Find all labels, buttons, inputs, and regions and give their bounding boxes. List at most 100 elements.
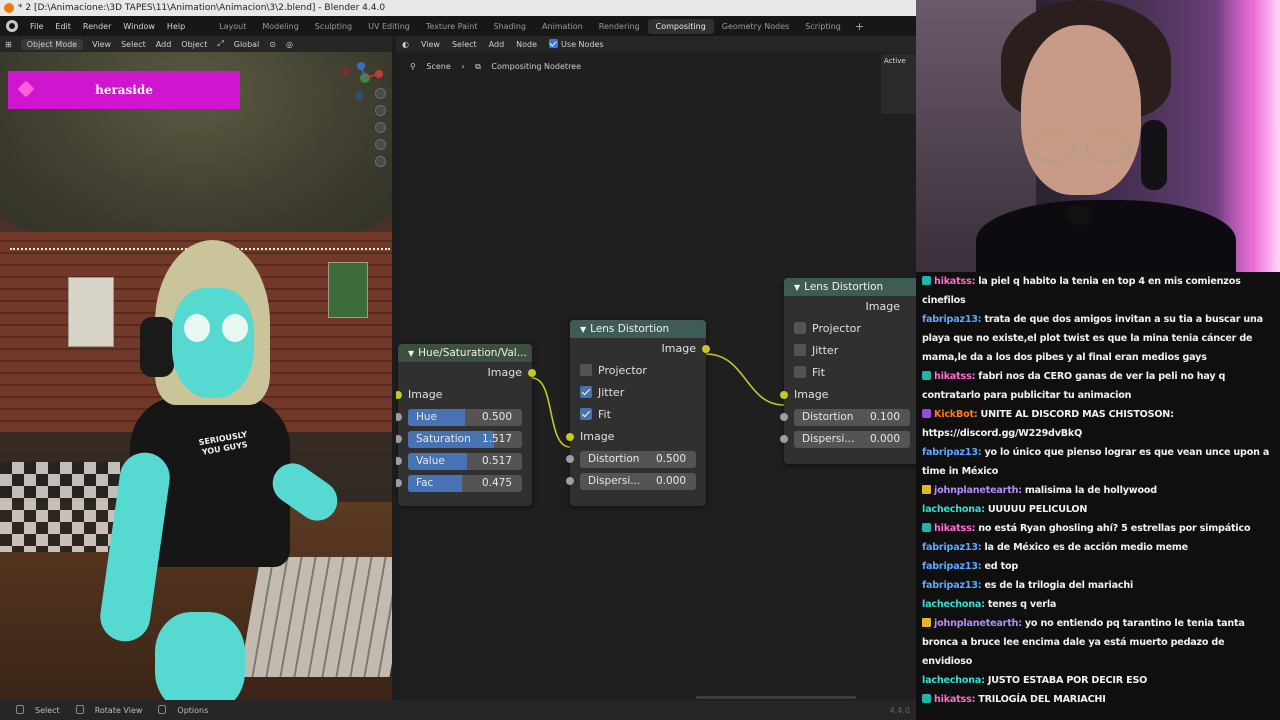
- fit-row[interactable]: Fit: [570, 404, 706, 426]
- saturation-field[interactable]: Saturation 1.517: [408, 431, 522, 448]
- pan-hand-icon[interactable]: [374, 105, 386, 116]
- chat-username[interactable]: fabripaz13:: [922, 561, 982, 572]
- tab-geometry-nodes[interactable]: Geometry Nodes: [714, 19, 797, 34]
- chat-username[interactable]: johnplanetearth:: [934, 618, 1022, 629]
- dispersion-field[interactable]: Dispersi... 0.000: [794, 431, 910, 448]
- chat-username[interactable]: hikatss:: [934, 523, 975, 534]
- lock-icon[interactable]: [374, 156, 386, 167]
- jitter-checkbox[interactable]: [794, 344, 806, 356]
- distortion-field[interactable]: Distortion 0.500: [580, 451, 696, 468]
- blender-menu-icon[interactable]: [6, 20, 18, 32]
- tab-modeling[interactable]: Modeling: [254, 19, 306, 34]
- chat-username[interactable]: fabripaz13:: [922, 447, 982, 458]
- compositor-editor[interactable]: ◐ View Select Add Node Use Nodes ⚲ Scene…: [396, 36, 916, 700]
- lens-distortion-node-2[interactable]: ▼ Lens Distortion Image Projector Jitter …: [780, 278, 916, 464]
- image-output-socket[interactable]: [702, 345, 710, 353]
- chat-username[interactable]: lachechona:: [922, 504, 985, 515]
- jitter-row[interactable]: Jitter: [570, 382, 706, 404]
- image-input-socket[interactable]: [396, 391, 402, 399]
- image-input-socket[interactable]: [566, 433, 574, 441]
- hue-saturation-value-node[interactable]: ▼ Hue/Saturation/Val... Image Image Hue 0.…: [396, 344, 536, 506]
- streamer-face: [1021, 25, 1141, 195]
- tab-sculpting[interactable]: Sculpting: [307, 19, 360, 34]
- collapse-chevron-icon[interactable]: ▼: [408, 345, 414, 362]
- editor-type-icon[interactable]: ⊞: [0, 40, 17, 49]
- viewport-menu-view[interactable]: View: [87, 40, 116, 49]
- chat-username[interactable]: fabripaz13:: [922, 542, 982, 553]
- transform-orientation-icon[interactable]: ⤢: [212, 39, 228, 49]
- projector-row[interactable]: Projector: [570, 360, 706, 382]
- viewport-menu-add[interactable]: Add: [151, 40, 177, 49]
- menu-edit[interactable]: Edit: [49, 22, 77, 31]
- fit-checkbox[interactable]: [580, 408, 592, 420]
- chat-username[interactable]: fabripaz13:: [922, 314, 982, 325]
- zoom-icon[interactable]: [374, 88, 386, 99]
- fac-field-row: Fac 0.475: [396, 472, 532, 494]
- tab-texture-paint[interactable]: Texture Paint: [418, 19, 486, 34]
- projector-checkbox[interactable]: [794, 322, 806, 334]
- value-input-socket[interactable]: [396, 435, 402, 443]
- jitter-row[interactable]: Jitter: [784, 340, 916, 362]
- tab-rendering[interactable]: Rendering: [591, 19, 648, 34]
- status-select-label: Select: [35, 706, 60, 715]
- fit-checkbox[interactable]: [794, 366, 806, 378]
- chat-username[interactable]: hikatss:: [934, 276, 975, 287]
- chat-username[interactable]: lachechona:: [922, 675, 985, 686]
- menu-render[interactable]: Render: [77, 22, 117, 31]
- viewport-menu-object[interactable]: Object: [176, 40, 212, 49]
- horizontal-scrollbar[interactable]: [696, 696, 856, 699]
- value-input-socket[interactable]: [396, 479, 402, 487]
- projector-row[interactable]: Projector: [784, 318, 916, 340]
- value-field[interactable]: Value 0.517: [408, 453, 522, 470]
- value-input-socket[interactable]: [780, 435, 788, 443]
- 3d-viewport[interactable]: ⊞ Object Mode View Select Add Object ⤢ G…: [0, 36, 392, 700]
- menu-help[interactable]: Help: [161, 22, 191, 31]
- hue-field[interactable]: Hue 0.500: [408, 409, 522, 426]
- projector-checkbox[interactable]: [580, 364, 592, 376]
- value-input-socket[interactable]: [566, 477, 574, 485]
- tab-scripting[interactable]: Scripting: [797, 19, 849, 34]
- add-workspace-button[interactable]: +: [849, 20, 870, 33]
- dispersion-field[interactable]: Dispersi... 0.000: [580, 473, 696, 490]
- lens-distortion-node[interactable]: ▼ Lens Distortion Image Projector Jitter …: [566, 320, 710, 506]
- value-input-socket[interactable]: [780, 413, 788, 421]
- tab-animation[interactable]: Animation: [534, 19, 591, 34]
- node-header[interactable]: ▼ Lens Distortion: [784, 278, 916, 296]
- image-output-socket[interactable]: [528, 369, 536, 377]
- snapping-icon[interactable]: ⊙: [264, 40, 281, 49]
- collapse-chevron-icon[interactable]: ▼: [794, 279, 800, 296]
- fit-row[interactable]: Fit: [784, 362, 916, 384]
- camera-icon[interactable]: [374, 122, 386, 133]
- chat-username[interactable]: KickBot:: [934, 409, 978, 420]
- node-header[interactable]: ▼ Hue/Saturation/Val...: [398, 344, 532, 362]
- jitter-checkbox[interactable]: [580, 386, 592, 398]
- menu-window[interactable]: Window: [117, 22, 161, 31]
- node-title: Hue/Saturation/Val...: [418, 347, 527, 359]
- tab-uv-editing[interactable]: UV Editing: [360, 19, 418, 34]
- chat-username[interactable]: lachechona:: [922, 599, 985, 610]
- chat-username[interactable]: johnplanetearth:: [934, 485, 1022, 496]
- node-header[interactable]: ▼ Lens Distortion: [570, 320, 706, 338]
- tab-layout[interactable]: Layout: [211, 19, 254, 34]
- chat-username[interactable]: hikatss:: [934, 694, 975, 705]
- workspace-tabs: Layout Modeling Sculpting UV Editing Tex…: [211, 18, 849, 34]
- menu-file[interactable]: File: [24, 22, 49, 31]
- value-input-socket[interactable]: [566, 455, 574, 463]
- collapse-chevron-icon[interactable]: ▼: [580, 321, 586, 338]
- perspective-grid-icon[interactable]: [374, 139, 386, 150]
- viewport-menu-select[interactable]: Select: [116, 40, 151, 49]
- link-hsv-to-lens: [531, 377, 571, 448]
- value-input-socket[interactable]: [396, 413, 402, 421]
- chat-username[interactable]: hikatss:: [934, 371, 975, 382]
- fac-field[interactable]: Fac 0.475: [408, 475, 522, 492]
- tab-compositing[interactable]: Compositing: [647, 18, 714, 34]
- chat-username[interactable]: fabripaz13:: [922, 580, 982, 591]
- orientation-dropdown[interactable]: Global: [229, 40, 265, 49]
- object-mode-dropdown[interactable]: Object Mode: [20, 38, 84, 50]
- distortion-field[interactable]: Distortion 0.100: [794, 409, 910, 426]
- image-input-socket[interactable]: [780, 391, 788, 399]
- tab-shading[interactable]: Shading: [485, 19, 534, 34]
- value-input-socket[interactable]: [396, 457, 402, 465]
- checkbox-label: Jitter: [812, 344, 839, 357]
- proportional-edit-icon[interactable]: ◎: [281, 40, 298, 49]
